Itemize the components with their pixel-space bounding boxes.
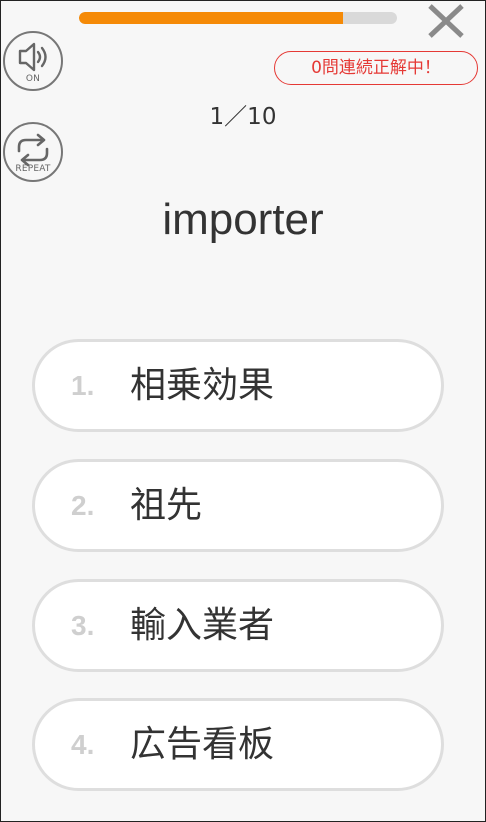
choice-label: 祖先 xyxy=(130,485,203,526)
progress-bar xyxy=(79,12,397,24)
choice-label: 相乗効果 xyxy=(130,365,275,406)
streak-badge: 0問連続正解中！ xyxy=(274,51,478,85)
repeat-button[interactable]: REPEAT xyxy=(3,122,63,182)
choice-1-button[interactable]: 1. 相乗効果 xyxy=(32,339,444,432)
sound-toggle-button[interactable]: ON xyxy=(3,31,63,91)
choice-label: 広告看板 xyxy=(130,724,275,765)
choice-number: 2. xyxy=(71,490,95,521)
repeat-caption: REPEAT xyxy=(15,164,51,174)
choice-4-button[interactable]: 4. 広告看板 xyxy=(32,698,444,791)
close-button[interactable] xyxy=(425,1,467,41)
choice-label: 輸入業者 xyxy=(130,605,275,646)
close-icon xyxy=(428,4,464,38)
progress-fill xyxy=(79,12,343,24)
choice-number: 1. xyxy=(71,370,95,401)
choice-2-button[interactable]: 2. 祖先 xyxy=(32,459,444,552)
quiz-screen: ON REPEAT 0問連続正解中！ 1／10 importer 1. 相乗効果… xyxy=(0,0,486,822)
question-counter: 1／10 xyxy=(209,104,277,130)
choice-3-button[interactable]: 3. 輸入業者 xyxy=(32,579,444,672)
sound-caption: ON xyxy=(25,74,41,84)
choice-number: 3. xyxy=(71,610,95,641)
choice-number: 4. xyxy=(71,729,95,760)
question-word: importer xyxy=(162,195,324,244)
